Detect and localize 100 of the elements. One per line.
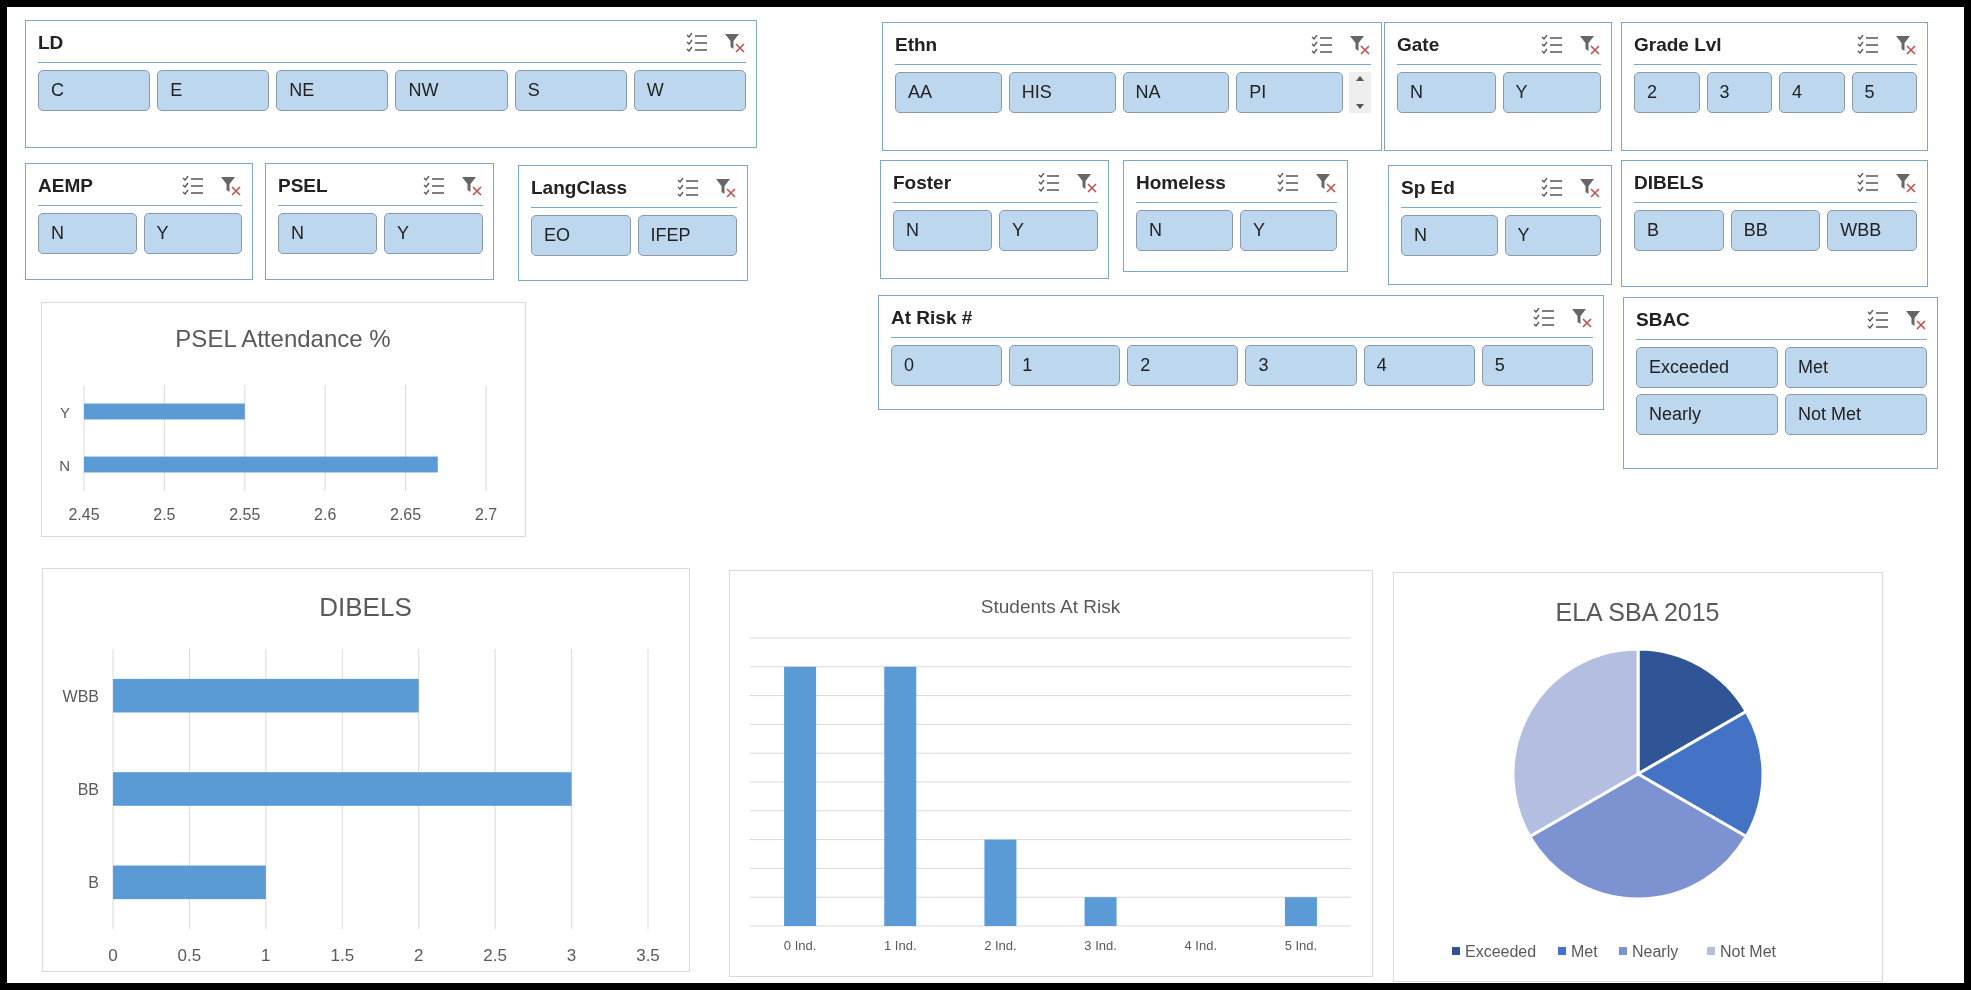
- legend-label: Met: [1571, 943, 1598, 960]
- slicer-item[interactable]: W: [633, 70, 746, 111]
- slicer-item[interactable]: 4: [1779, 72, 1845, 113]
- slicer-title: AEMP: [38, 173, 93, 198]
- multi-select-icon[interactable]: [1867, 310, 1889, 330]
- slicer-item[interactable]: NE: [276, 70, 389, 111]
- slicer-title: LangClass: [531, 175, 628, 200]
- category-label: 4 Ind.: [1184, 938, 1217, 953]
- slicer-item[interactable]: N: [1136, 210, 1233, 251]
- slicer-item[interactable]: IFEP: [637, 215, 737, 256]
- axis-tick-label: 1.5: [330, 946, 355, 965]
- multi-select-icon[interactable]: [1857, 35, 1879, 55]
- clear-filter-icon[interactable]: [1076, 172, 1098, 194]
- clear-filter-icon[interactable]: [220, 175, 242, 197]
- slicer-item[interactable]: 2: [1127, 345, 1239, 386]
- slicer-item[interactable]: N: [1401, 215, 1498, 256]
- multi-select-icon[interactable]: [686, 33, 708, 53]
- slicer-item[interactable]: Not Met: [1785, 394, 1927, 435]
- slicer-title: Sp Ed: [1401, 175, 1455, 200]
- category-label: BB: [77, 781, 99, 798]
- scroll-bar[interactable]: [1349, 72, 1371, 113]
- clear-filter-icon[interactable]: [1895, 172, 1917, 194]
- multi-select-icon[interactable]: [423, 176, 445, 196]
- slicer-item[interactable]: N: [278, 213, 377, 254]
- slicer-item[interactable]: N: [1397, 72, 1496, 113]
- multi-select-icon[interactable]: [677, 178, 699, 198]
- slicer-item[interactable]: Y: [1502, 72, 1601, 113]
- axis-tick-label: 2: [414, 946, 424, 965]
- category-label: Y: [60, 403, 70, 421]
- chart-title: DIBELS: [319, 592, 412, 622]
- multi-select-icon[interactable]: [1541, 35, 1563, 55]
- slicer-item[interactable]: HIS: [1008, 72, 1116, 113]
- axis-tick-label: 3.5: [636, 946, 660, 965]
- slicer-item[interactable]: 5: [1851, 72, 1917, 113]
- multi-select-icon[interactable]: [1277, 173, 1299, 193]
- slicer-item[interactable]: BB: [1730, 210, 1821, 251]
- axis-tick-label: 2.55: [229, 506, 261, 523]
- slicer-item[interactable]: 4: [1363, 345, 1475, 386]
- slicer-item[interactable]: NW: [395, 70, 508, 111]
- slicer-item[interactable]: Y: [999, 210, 1098, 251]
- category-label: B: [88, 874, 99, 892]
- axis-tick-label: 2.6: [314, 506, 337, 523]
- slicer-item[interactable]: EO: [531, 215, 631, 256]
- slicer-item[interactable]: Y: [1504, 215, 1601, 256]
- clear-filter-icon[interactable]: [715, 177, 737, 199]
- slicer-item[interactable]: 2: [1634, 72, 1700, 113]
- slicer-item[interactable]: PI: [1236, 72, 1343, 113]
- slicer-item[interactable]: E: [157, 70, 270, 111]
- slicer-title: At Risk #: [891, 305, 973, 330]
- slicer-item[interactable]: B: [1634, 210, 1724, 251]
- clear-filter-icon[interactable]: [1905, 309, 1927, 331]
- slicer-item[interactable]: 3: [1706, 72, 1772, 113]
- slicer-item[interactable]: 5: [1481, 345, 1593, 386]
- clear-filter-icon[interactable]: [1349, 34, 1371, 56]
- scroll-up-icon[interactable]: [1355, 75, 1365, 81]
- axis-tick-label: 0.5: [177, 946, 202, 965]
- slicer-item[interactable]: 3: [1245, 345, 1357, 386]
- slicer-item[interactable]: AA: [895, 72, 1002, 113]
- slicer-item[interactable]: S: [514, 70, 627, 111]
- slicer-item[interactable]: N: [38, 213, 137, 254]
- slicer-title: Homeless: [1136, 170, 1226, 195]
- slicer-title: Ethn: [895, 32, 938, 57]
- category-label: 3 Ind.: [1084, 938, 1117, 953]
- chart-title: PSEL Attendance %: [175, 325, 391, 352]
- slicer-item[interactable]: Y: [1240, 210, 1337, 251]
- multi-select-icon[interactable]: [182, 176, 204, 196]
- multi-select-icon[interactable]: [1857, 173, 1879, 193]
- slicer-item[interactable]: Met: [1785, 347, 1927, 388]
- slicer-title: Grade Lvl: [1634, 32, 1722, 57]
- axis-tick-label: 2.7: [474, 506, 498, 523]
- scroll-down-icon[interactable]: [1355, 104, 1365, 110]
- slicer-item[interactable]: Nearly: [1636, 394, 1778, 435]
- category-label: 2 Ind.: [984, 938, 1017, 953]
- slicer-item[interactable]: 1: [1009, 345, 1121, 386]
- slicer-item[interactable]: C: [38, 70, 151, 111]
- clear-filter-icon[interactable]: [1571, 307, 1593, 329]
- slicer-item[interactable]: WBB: [1827, 210, 1917, 251]
- category-label: N: [59, 456, 70, 474]
- multi-select-icon[interactable]: [1533, 308, 1555, 328]
- slicer-item[interactable]: 0: [891, 345, 1003, 386]
- slicer-title: DIBELS: [1634, 170, 1704, 195]
- chart-title: Students At Risk: [980, 596, 1121, 617]
- multi-select-icon[interactable]: [1541, 178, 1563, 198]
- clear-filter-icon[interactable]: [1579, 34, 1601, 56]
- slicer-item[interactable]: N: [893, 210, 992, 251]
- clear-filter-icon[interactable]: [1895, 34, 1917, 56]
- clear-filter-icon[interactable]: [724, 32, 746, 54]
- axis-tick-label: 2.45: [68, 506, 100, 523]
- clear-filter-icon[interactable]: [461, 175, 483, 197]
- axis-tick-label: 1: [261, 946, 271, 965]
- slicer-item[interactable]: Y: [384, 213, 483, 254]
- axis-tick-label: 0: [108, 946, 118, 965]
- axis-tick-label: 3: [566, 946, 577, 965]
- clear-filter-icon[interactable]: [1315, 172, 1337, 194]
- slicer-item[interactable]: Y: [143, 213, 242, 254]
- slicer-item[interactable]: Exceeded: [1636, 347, 1778, 388]
- slicer-item[interactable]: NA: [1122, 72, 1230, 113]
- multi-select-icon[interactable]: [1038, 173, 1060, 193]
- multi-select-icon[interactable]: [1311, 35, 1333, 55]
- clear-filter-icon[interactable]: [1579, 177, 1601, 199]
